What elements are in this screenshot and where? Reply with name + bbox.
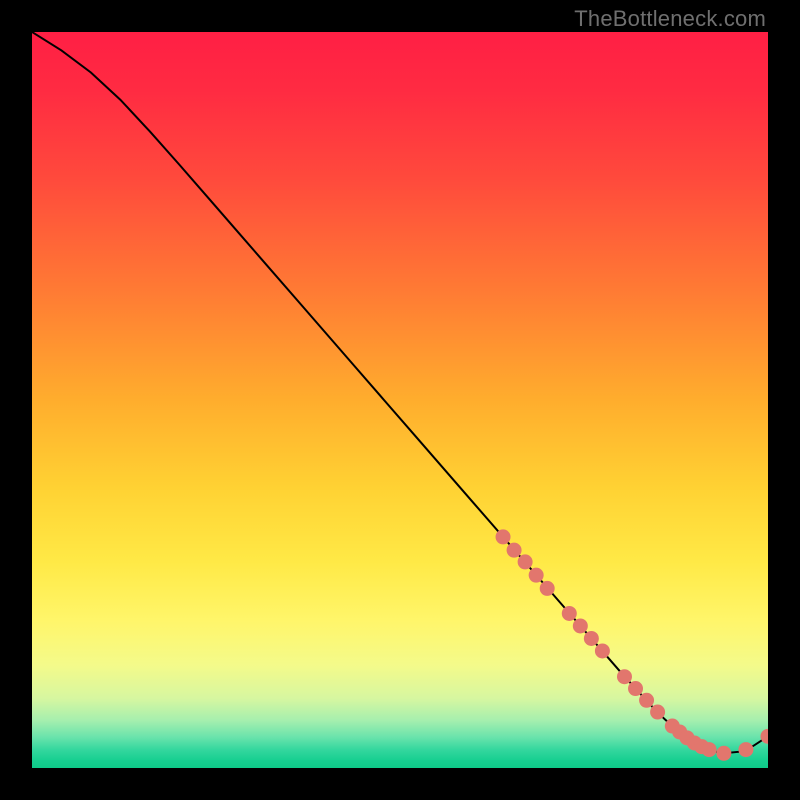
chart-plot-area — [32, 32, 768, 768]
chart-marker — [573, 618, 588, 633]
watermark-label: TheBottleneck.com — [574, 6, 766, 32]
chart-marker — [628, 681, 643, 696]
chart-marker — [738, 742, 753, 757]
chart-marker — [518, 554, 533, 569]
chart-marker — [584, 631, 599, 646]
chart-marker — [529, 568, 544, 583]
chart-marker — [540, 581, 555, 596]
chart-marker — [617, 669, 632, 684]
chart-marker — [716, 746, 731, 761]
chart-marker — [595, 643, 610, 658]
chart-marker — [496, 529, 511, 544]
chart-background — [32, 32, 768, 768]
chart-marker — [702, 742, 717, 757]
chart-svg — [32, 32, 768, 768]
chart-marker — [650, 705, 665, 720]
chart-stage: TheBottleneck.com — [0, 0, 800, 800]
chart-marker — [507, 543, 522, 558]
chart-marker — [639, 693, 654, 708]
chart-marker — [562, 606, 577, 621]
